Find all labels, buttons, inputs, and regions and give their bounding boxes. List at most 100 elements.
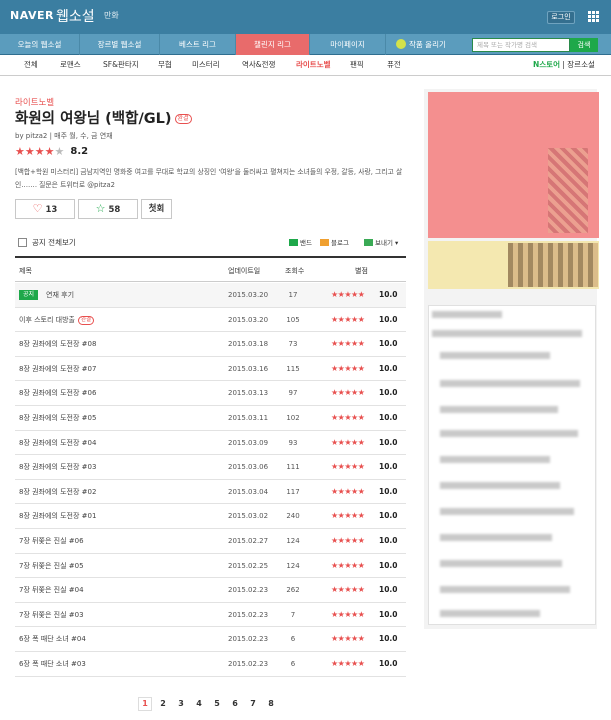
page-link[interactable]: 7 <box>246 698 260 710</box>
table-row[interactable]: 7장 뒤쫓은 진실 #05 2015.02.25 124 ★★★★★ 10.0 <box>15 554 406 579</box>
page-link[interactable]: 4 <box>192 698 206 710</box>
star-filled-icon: ★ <box>24 145 35 158</box>
episode-title[interactable]: 6장 폭 때단 소녀 #04 <box>19 627 86 651</box>
search-button[interactable]: 검색 <box>570 38 598 52</box>
share-blog[interactable]: 블로그 <box>320 238 349 248</box>
episode-views: 6 <box>290 660 296 668</box>
episode-title[interactable]: 7장 뒤쫓은 진실 #03 <box>19 603 84 627</box>
notice-toggle[interactable]: 공지 전체보기 <box>18 238 76 248</box>
table-row[interactable]: 7장 뒤쫓은 진실 #03 2015.02.23 7 ★★★★★ 10.0 <box>15 603 406 628</box>
episode-date: 2015.03.13 <box>228 389 269 398</box>
page-link[interactable]: 8 <box>264 698 278 710</box>
tab-genre[interactable]: 장르별 웹소설 <box>80 34 160 55</box>
sidebar-line <box>440 508 574 515</box>
episode-stars-icon: ★★★★★ <box>331 413 365 422</box>
notice-checkbox[interactable] <box>18 238 27 247</box>
table-row[interactable]: 8장 권좌에의 도전장 #07 2015.03.16 115 ★★★★★ 10.0 <box>15 357 406 382</box>
sidebar-line <box>440 482 560 489</box>
episode-title[interactable]: 공지 연재 후기 <box>19 283 74 307</box>
episode-views: 124 <box>286 537 300 545</box>
genre-fanfic[interactable]: 팬픽 <box>350 55 364 75</box>
episode-title-text: 6장 폭 때단 소녀 #04 <box>19 635 86 644</box>
episode-title[interactable]: 8장 권좌에의 도전장 #05 <box>19 406 96 430</box>
table-row[interactable]: 공지 연재 후기 2015.03.20 17 ★★★★★ 10.0 <box>15 283 406 308</box>
like-button[interactable]: ♡ 13 <box>15 199 75 219</box>
tab-today[interactable]: 오늘의 웹소설 <box>0 34 80 55</box>
genre-light-novel[interactable]: 라이트노벨 <box>296 55 331 75</box>
episode-title[interactable]: 7장 뒤쫓은 진실 #05 <box>19 554 84 578</box>
header-score: 별점 <box>355 267 368 275</box>
genre-martial[interactable]: 무협 <box>158 55 172 75</box>
episode-title[interactable]: 8장 권좌에의 도전장 #04 <box>19 431 96 455</box>
share-band[interactable]: 밴드 <box>289 238 312 248</box>
episode-score: 10.0 <box>379 560 398 570</box>
sidebar-line <box>440 560 562 567</box>
episode-title[interactable]: 8장 권좌에의 도전장 #06 <box>19 381 96 405</box>
table-row[interactable]: 7장 뒤쫓은 진실 #06 2015.02.27 124 ★★★★★ 10.0 <box>15 529 406 554</box>
page-link[interactable]: 3 <box>174 698 188 710</box>
genre-romance[interactable]: 로맨스 <box>60 55 81 75</box>
search-input[interactable]: 제목 또는 작가명 검색 <box>472 38 570 52</box>
episode-score: 10.0 <box>379 437 398 447</box>
page-link[interactable]: 2 <box>156 698 170 710</box>
episode-date: 2015.03.06 <box>228 463 269 472</box>
episode-title[interactable]: 8장 권좌에의 도전장 #02 <box>19 480 96 504</box>
episode-title-text: 7장 뒤쫓은 진실 #06 <box>19 537 84 545</box>
ad-image <box>548 148 588 233</box>
table-row[interactable]: 8장 권좌에의 도전장 #04 2015.03.09 93 ★★★★★ 10.0 <box>15 431 406 456</box>
page-link[interactable]: 5 <box>210 698 224 710</box>
table-row[interactable]: 8장 권좌에의 도전장 #03 2015.03.06 111 ★★★★★ 10.0 <box>15 455 406 480</box>
genre-mystery[interactable]: 미스터리 <box>192 55 220 75</box>
naver-logo[interactable]: NAVER <box>10 9 54 22</box>
page-link[interactable]: 6 <box>228 698 242 710</box>
episode-score: 10.0 <box>379 609 398 619</box>
episode-title[interactable]: 6장 폭 때단 소녀 #03 <box>19 652 86 676</box>
table-row[interactable]: 8장 권좌에의 도전장 #05 2015.03.11 102 ★★★★★ 10.0 <box>15 406 406 431</box>
table-row[interactable]: 이후 스토리 대방출 완결 2015.03.20 105 ★★★★★ 10.0 <box>15 308 406 333</box>
nstore-link[interactable]: N스토어 | 장르소설 <box>533 55 595 75</box>
table-row[interactable]: 7장 뒤쫓은 진실 #04 2015.02.23 262 ★★★★★ 10.0 <box>15 578 406 603</box>
episode-title[interactable]: 이후 스토리 대방출 완결 <box>19 308 95 332</box>
comic-link[interactable]: 만화 <box>104 10 119 21</box>
tab-challenge-league[interactable]: 챌린지 리그 <box>236 34 310 55</box>
sidebar-line <box>440 352 550 359</box>
ad-banner-small[interactable] <box>428 241 599 289</box>
favorite-button[interactable]: ☆ 58 <box>78 199 138 219</box>
table-row[interactable]: 6장 폭 때단 소녀 #03 2015.02.23 6 ★★★★★ 10.0 <box>15 652 406 677</box>
table-row[interactable]: 8장 권좌에의 도전장 #01 2015.03.02 240 ★★★★★ 10.0 <box>15 504 406 529</box>
genre-fusion[interactable]: 퓨전 <box>387 55 401 75</box>
table-row[interactable]: 8장 권좌에의 도전장 #02 2015.03.04 117 ★★★★★ 10.0 <box>15 480 406 505</box>
complete-badge: 완결 <box>174 114 192 124</box>
send-icon <box>364 239 373 246</box>
star-filled-icon: ★ <box>15 145 25 158</box>
tab-best-league[interactable]: 베스트 리그 <box>160 34 236 55</box>
episode-date: 2015.02.25 <box>228 561 269 570</box>
episode-stars-icon: ★★★★★ <box>331 388 365 398</box>
episode-title[interactable]: 8장 권좌에의 도전장 #07 <box>19 357 96 381</box>
header-title: 제목 <box>19 267 32 275</box>
app-grid-icon[interactable] <box>588 11 599 22</box>
episode-date: 2015.02.27 <box>228 537 269 545</box>
table-row[interactable]: 6장 폭 때단 소녀 #04 2015.02.23 6 ★★★★★ 10.0 <box>15 627 406 652</box>
page-link[interactable]: 1 <box>138 697 152 711</box>
table-row[interactable]: 8장 권좌에의 도전장 #06 2015.03.13 97 ★★★★★ 10.0 <box>15 381 406 406</box>
episode-title[interactable]: 8장 권좌에의 도전장 #01 <box>19 504 96 528</box>
episode-title[interactable]: 8장 권좌에의 도전장 #03 <box>19 455 96 479</box>
genre-history-war[interactable]: 역사&전쟁 <box>242 55 275 75</box>
episode-title[interactable]: 7장 뒤쫓은 진실 #04 <box>19 578 84 602</box>
episode-score: 10.0 <box>379 634 398 644</box>
upload-work-link[interactable]: 작품 올리기 <box>396 38 446 51</box>
login-button[interactable]: 로그인 <box>547 11 575 24</box>
episode-views: 102 <box>286 414 300 422</box>
genre-all[interactable]: 전체 <box>24 55 38 75</box>
service-title[interactable]: 웹소설 <box>56 6 95 26</box>
episode-title[interactable]: 7장 뒤쫓은 진실 #06 <box>19 529 84 553</box>
genre-sf-fantasy[interactable]: SF&판타지 <box>103 55 139 75</box>
table-row[interactable]: 8장 권좌에의 도전장 #08 2015.03.18 73 ★★★★★ 10.0 <box>15 332 406 357</box>
tab-mypage[interactable]: 마이페이지 <box>310 34 386 55</box>
first-episode-button[interactable]: 첫회 <box>141 199 172 219</box>
episode-stars-icon: ★★★★★ <box>331 363 365 373</box>
share-more[interactable]: 보내기 ▾ <box>364 238 398 248</box>
star-filled-icon: ★ <box>44 145 55 158</box>
episode-title[interactable]: 8장 권좌에의 도전장 #08 <box>19 332 96 356</box>
